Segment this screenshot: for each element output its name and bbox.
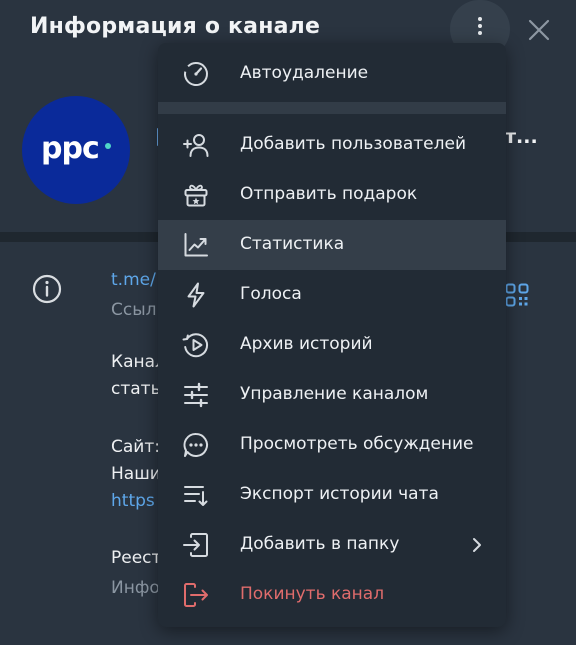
registry-line-1: Реест — [111, 548, 162, 568]
site-line-1: Сайт: — [111, 437, 160, 457]
export-icon — [184, 486, 208, 506]
site-line-2: Наши — [111, 464, 161, 484]
menu-item-statistics[interactable]: Статистика — [158, 220, 506, 270]
folder-add-icon — [183, 533, 208, 557]
avatar[interactable]: ppc — [22, 96, 130, 204]
leave-icon — [184, 583, 208, 607]
menu-item-send-gift[interactable]: Отправить подарок — [158, 170, 506, 220]
menu-item-add-users[interactable]: Добавить пользователей — [158, 120, 506, 170]
menu-item-manage-channel[interactable]: Управление каналом — [158, 370, 506, 420]
channel-link[interactable]: t.me/ — [111, 270, 156, 290]
description-line-2: стать — [111, 379, 161, 399]
menu-item-export-history[interactable]: Экспорт истории чата — [158, 470, 506, 520]
timer-icon — [184, 62, 208, 86]
stories-archive-icon — [182, 333, 209, 358]
menu-label: Экспорт истории чата — [240, 484, 439, 504]
gift-icon — [184, 184, 208, 207]
qr-code-icon[interactable] — [505, 283, 529, 307]
menu-label: Просмотреть обсуждение — [240, 434, 474, 454]
menu-item-stories-archive[interactable]: Архив историй — [158, 320, 506, 370]
add-user-icon — [183, 134, 209, 157]
menu-label: Добавить в папку — [240, 534, 400, 554]
menu-item-view-discussion[interactable]: Просмотреть обсуждение — [158, 420, 506, 470]
menu-item-add-to-folder[interactable]: Добавить в папку — [158, 520, 506, 570]
site-link[interactable]: https — [111, 491, 155, 511]
avatar-logo-text: ppc — [41, 131, 100, 166]
menu-label: Покинуть канал — [240, 584, 385, 604]
more-vertical-icon — [477, 17, 483, 38]
discussion-icon — [183, 432, 208, 457]
chevron-right-icon — [473, 538, 481, 552]
menu-item-boosts[interactable]: Голоса — [158, 270, 506, 320]
menu-separator — [158, 102, 506, 114]
menu-label: Отправить подарок — [240, 184, 418, 204]
menu-label: Архив историй — [240, 334, 373, 354]
close-icon[interactable] — [524, 15, 554, 45]
boost-lightning-icon — [187, 282, 205, 308]
menu-label: Автоудаление — [240, 63, 369, 83]
menu-label: Управление каналом — [240, 384, 429, 404]
sliders-icon — [184, 382, 208, 408]
menu-label: Голоса — [240, 284, 302, 304]
menu-item-leave-channel[interactable]: Покинуть канал — [158, 570, 506, 620]
menu-item-auto-delete[interactable]: Автоудаление — [158, 49, 506, 99]
statistics-icon — [184, 233, 208, 257]
channel-name: т... — [505, 126, 538, 148]
registry-line-2: Инфо — [111, 578, 160, 598]
logo-dot — [105, 143, 111, 149]
channel-link-caption: Ссыл — [111, 300, 157, 320]
info-icon — [32, 274, 62, 304]
page-title: Информация о канале — [30, 14, 321, 39]
menu-label: Добавить пользователей — [240, 134, 466, 154]
channel-options-menu: Автоудаление Добавить пользователей Отпр… — [158, 43, 506, 627]
menu-label: Статистика — [240, 234, 345, 254]
